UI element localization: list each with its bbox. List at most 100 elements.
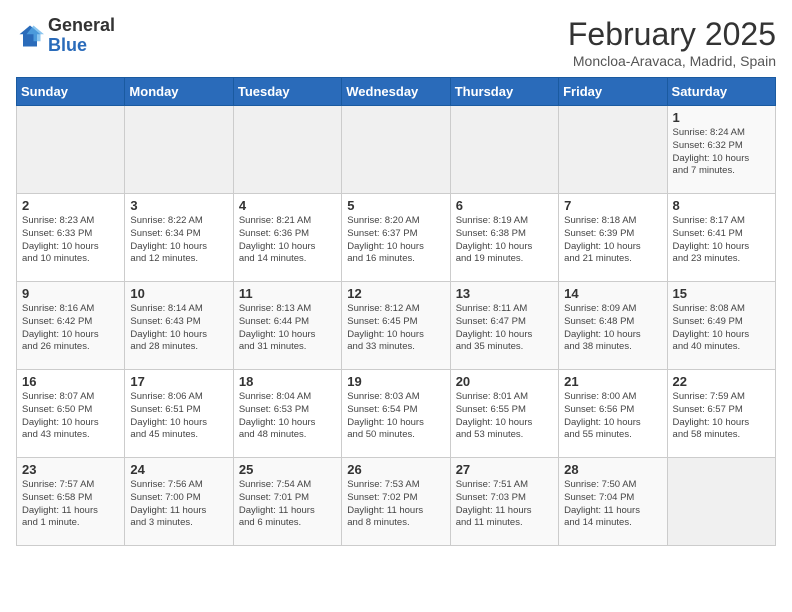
day-number: 7 (564, 198, 661, 213)
day-cell: 6 Sunrise: 8:19 AM Sunset: 6:38 PM Daylig… (450, 194, 558, 282)
day-number: 22 (673, 374, 770, 389)
day-cell: 25 Sunrise: 7:54 AM Sunset: 7:01 PM Dayli… (233, 458, 341, 546)
day-number: 5 (347, 198, 444, 213)
day-info: Sunrise: 7:54 AM Sunset: 7:01 PM Dayligh… (239, 479, 336, 530)
day-cell: 7Sunrise: 8:18 AM Sunset: 6:39 PM Daylig… (559, 194, 667, 282)
day-number: 28 (564, 462, 661, 477)
day-info: Sunrise: 8:17 AM Sunset: 6:41 PM Dayligh… (673, 215, 770, 266)
day-info: Sunrise: 7:53 AM Sunset: 7:02 PM Dayligh… (347, 479, 444, 530)
day-info: Sunrise: 8:24 AM Sunset: 6:32 PM Dayligh… (673, 127, 770, 178)
logo-icon (16, 22, 44, 50)
day-number: 6 (456, 198, 553, 213)
day-cell: 22Sunrise: 7:59 AM Sunset: 6:57 PM Dayli… (667, 370, 775, 458)
day-cell: 1 Sunrise: 8:24 AM Sunset: 6:32 PM Daylig… (667, 106, 775, 194)
day-number: 10 (130, 286, 227, 301)
day-cell: 15 Sunrise: 8:08 AM Sunset: 6:49 PM Dayli… (667, 282, 775, 370)
day-cell: 17Sunrise: 8:06 AM Sunset: 6:51 PM Dayli… (125, 370, 233, 458)
day-number: 19 (347, 374, 444, 389)
day-number: 15 (673, 286, 770, 301)
day-number: 25 (239, 462, 336, 477)
weekday-header-wednesday: Wednesday (342, 78, 450, 106)
day-cell: 9 Sunrise: 8:16 AM Sunset: 6:42 PM Daylig… (17, 282, 125, 370)
day-cell: 18 Sunrise: 8:04 AM Sunset: 6:53 PM Dayli… (233, 370, 341, 458)
day-cell: 23 Sunrise: 7:57 AM Sunset: 6:58 PM Dayli… (17, 458, 125, 546)
title-area: February 2025 Moncloa-Aravaca, Madrid, S… (568, 16, 776, 69)
day-info: Sunrise: 8:19 AM Sunset: 6:38 PM Dayligh… (456, 215, 553, 266)
day-cell: 28 Sunrise: 7:50 AM Sunset: 7:04 PM Dayli… (559, 458, 667, 546)
logo-general: General (48, 16, 115, 36)
day-info: Sunrise: 8:00 AM Sunset: 6:56 PM Dayligh… (564, 391, 661, 442)
day-info: Sunrise: 8:06 AM Sunset: 6:51 PM Dayligh… (130, 391, 227, 442)
week-row-4: 16 Sunrise: 8:07 AM Sunset: 6:50 PM Dayli… (17, 370, 776, 458)
day-number: 4 (239, 198, 336, 213)
day-number: 9 (22, 286, 119, 301)
day-info: Sunrise: 8:04 AM Sunset: 6:53 PM Dayligh… (239, 391, 336, 442)
week-row-5: 23 Sunrise: 7:57 AM Sunset: 6:58 PM Dayli… (17, 458, 776, 546)
day-number: 2 (22, 198, 119, 213)
day-cell: 24 Sunrise: 7:56 AM Sunset: 7:00 PM Dayli… (125, 458, 233, 546)
day-info: Sunrise: 8:20 AM Sunset: 6:37 PM Dayligh… (347, 215, 444, 266)
day-info: Sunrise: 8:14 AM Sunset: 6:43 PM Dayligh… (130, 303, 227, 354)
weekday-header-thursday: Thursday (450, 78, 558, 106)
day-cell: 26 Sunrise: 7:53 AM Sunset: 7:02 PM Dayli… (342, 458, 450, 546)
day-number: 21 (564, 374, 661, 389)
day-number: 1 (673, 110, 770, 125)
day-info: Sunrise: 7:50 AM Sunset: 7:04 PM Dayligh… (564, 479, 661, 530)
day-cell: 8 Sunrise: 8:17 AM Sunset: 6:41 PM Daylig… (667, 194, 775, 282)
day-number: 13 (456, 286, 553, 301)
page-header: General Blue February 2025 Moncloa-Arava… (16, 16, 776, 69)
day-cell: 3 Sunrise: 8:22 AM Sunset: 6:34 PM Daylig… (125, 194, 233, 282)
month-title: February 2025 (568, 16, 776, 53)
day-cell: 27 Sunrise: 7:51 AM Sunset: 7:03 PM Dayli… (450, 458, 558, 546)
day-cell (559, 106, 667, 194)
day-info: Sunrise: 8:03 AM Sunset: 6:54 PM Dayligh… (347, 391, 444, 442)
weekday-header-row: SundayMondayTuesdayWednesdayThursdayFrid… (17, 78, 776, 106)
day-number: 20 (456, 374, 553, 389)
day-cell: 16 Sunrise: 8:07 AM Sunset: 6:50 PM Dayli… (17, 370, 125, 458)
week-row-3: 9 Sunrise: 8:16 AM Sunset: 6:42 PM Daylig… (17, 282, 776, 370)
day-info: Sunrise: 8:21 AM Sunset: 6:36 PM Dayligh… (239, 215, 336, 266)
day-cell: 13Sunrise: 8:11 AM Sunset: 6:47 PM Dayli… (450, 282, 558, 370)
day-number: 8 (673, 198, 770, 213)
day-info: Sunrise: 8:09 AM Sunset: 6:48 PM Dayligh… (564, 303, 661, 354)
day-cell: 5 Sunrise: 8:20 AM Sunset: 6:37 PM Daylig… (342, 194, 450, 282)
day-cell (450, 106, 558, 194)
calendar: SundayMondayTuesdayWednesdayThursdayFrid… (16, 77, 776, 546)
day-cell (233, 106, 341, 194)
day-number: 18 (239, 374, 336, 389)
weekday-header-saturday: Saturday (667, 78, 775, 106)
location: Moncloa-Aravaca, Madrid, Spain (568, 53, 776, 69)
day-info: Sunrise: 8:16 AM Sunset: 6:42 PM Dayligh… (22, 303, 119, 354)
day-info: Sunrise: 8:08 AM Sunset: 6:49 PM Dayligh… (673, 303, 770, 354)
day-number: 24 (130, 462, 227, 477)
day-cell (125, 106, 233, 194)
day-number: 16 (22, 374, 119, 389)
day-info: Sunrise: 8:07 AM Sunset: 6:50 PM Dayligh… (22, 391, 119, 442)
day-info: Sunrise: 8:22 AM Sunset: 6:34 PM Dayligh… (130, 215, 227, 266)
day-number: 23 (22, 462, 119, 477)
day-info: Sunrise: 7:56 AM Sunset: 7:00 PM Dayligh… (130, 479, 227, 530)
day-cell: 19 Sunrise: 8:03 AM Sunset: 6:54 PM Dayli… (342, 370, 450, 458)
day-number: 12 (347, 286, 444, 301)
week-row-1: 1 Sunrise: 8:24 AM Sunset: 6:32 PM Daylig… (17, 106, 776, 194)
day-info: Sunrise: 8:23 AM Sunset: 6:33 PM Dayligh… (22, 215, 119, 266)
day-cell: 10 Sunrise: 8:14 AM Sunset: 6:43 PM Dayli… (125, 282, 233, 370)
day-info: Sunrise: 7:57 AM Sunset: 6:58 PM Dayligh… (22, 479, 119, 530)
day-cell: 21 Sunrise: 8:00 AM Sunset: 6:56 PM Dayli… (559, 370, 667, 458)
logo-text: General Blue (48, 16, 115, 56)
day-cell: 12Sunrise: 8:12 AM Sunset: 6:45 PM Dayli… (342, 282, 450, 370)
day-info: Sunrise: 7:51 AM Sunset: 7:03 PM Dayligh… (456, 479, 553, 530)
week-row-2: 2 Sunrise: 8:23 AM Sunset: 6:33 PM Daylig… (17, 194, 776, 282)
day-cell (667, 458, 775, 546)
day-number: 14 (564, 286, 661, 301)
weekday-header-monday: Monday (125, 78, 233, 106)
weekday-header-sunday: Sunday (17, 78, 125, 106)
logo: General Blue (16, 16, 115, 56)
day-cell: 4 Sunrise: 8:21 AM Sunset: 6:36 PM Daylig… (233, 194, 341, 282)
day-number: 26 (347, 462, 444, 477)
day-number: 27 (456, 462, 553, 477)
day-number: 3 (130, 198, 227, 213)
day-cell: 14 Sunrise: 8:09 AM Sunset: 6:48 PM Dayli… (559, 282, 667, 370)
weekday-header-friday: Friday (559, 78, 667, 106)
weekday-header-tuesday: Tuesday (233, 78, 341, 106)
